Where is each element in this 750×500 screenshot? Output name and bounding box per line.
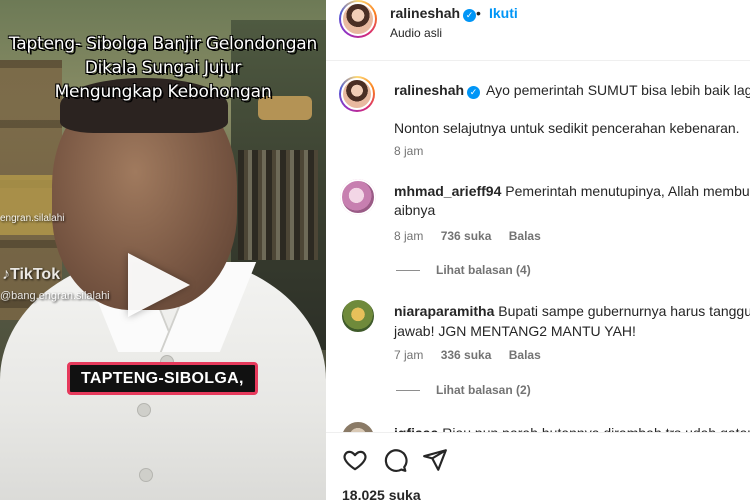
comment-line2: jawab! JGN MENTANG2 MANTU YAH! — [394, 323, 636, 339]
caption-meta: 8 jam — [394, 144, 437, 158]
comment-avatar[interactable] — [340, 179, 376, 215]
comment-meta: 7 jam 336 suka Balas — [394, 348, 555, 362]
play-icon[interactable] — [128, 253, 190, 317]
follow-button[interactable]: Ikuti — [489, 5, 518, 21]
caption-text: ralineshah ✓ Ayo pemerintah SUMUT bisa leb… — [394, 81, 750, 99]
post-panel: ralineshah ✓ • Ikuti Audio asli ralinesha… — [326, 0, 750, 500]
author-username[interactable]: ralineshah ✓ — [390, 5, 477, 22]
tiktok-username: @bang.engran.silalahi — [0, 290, 110, 302]
comment-meta: 8 jam 736 suka Balas — [394, 229, 555, 243]
replies-rule — [396, 270, 420, 272]
shelf-decoration-left — [0, 175, 58, 235]
watermark-username: engran.silalahi — [0, 213, 65, 224]
reply-button[interactable]: Balas — [509, 229, 541, 243]
caption-line1: Ayo pemerintah SUMUT bisa lebih baik lag… — [486, 82, 750, 98]
caption-avatar[interactable] — [339, 76, 375, 112]
shelf-books — [238, 150, 318, 260]
tiktok-logo: ♪TikTok — [2, 266, 61, 283]
verified-badge-icon: ✓ — [467, 86, 481, 99]
author-username-text[interactable]: ralineshah — [390, 5, 460, 21]
comment-likes[interactable]: 336 suka — [441, 348, 492, 362]
comment-text: mhmad_arieff94 Pemerintah menutupinya, A… — [394, 182, 750, 200]
overlay-title-line: Tapteng- Sibolga Banjir Gelondongan — [8, 34, 318, 54]
comment-username[interactable]: niaraparamitha — [394, 303, 494, 319]
comment-text: niaraparamitha Bupati sampe gubernurnya … — [394, 302, 750, 320]
view-replies-button[interactable]: Lihat balasan (2) — [396, 383, 531, 397]
reel-video[interactable]: Tapteng- Sibolga Banjir Gelondongan Dika… — [0, 0, 326, 500]
caption-time: 8 jam — [394, 144, 424, 158]
tiktok-logo-text: TikTok — [10, 266, 61, 283]
audio-link[interactable]: Audio asli — [390, 26, 442, 40]
comment-icon[interactable] — [382, 447, 408, 473]
comment-likes[interactable]: 736 suka — [441, 229, 492, 243]
send-icon[interactable] — [422, 447, 448, 473]
replies-rule — [396, 390, 420, 392]
comment-avatar[interactable] — [340, 298, 376, 334]
comment-line1: Bupati sampe gubernurnya harus tanggun — [498, 303, 750, 319]
overlay-title-line: Dikala Sungai Jujur — [84, 58, 242, 78]
view-replies-label[interactable]: Lihat balasan (4) — [436, 263, 531, 277]
caption-line2: Nonton selajutnya untuk sedikit pencerah… — [394, 120, 740, 136]
comment-line2: aibnya — [394, 202, 436, 218]
view-replies-label[interactable]: Lihat balasan (2) — [436, 383, 531, 397]
overlay-title-line: Mengungkap Kebohongan — [54, 82, 272, 102]
shirt-button — [137, 403, 151, 417]
shirt-button — [139, 468, 153, 482]
caption-username[interactable]: ralineshah — [394, 82, 464, 98]
video-overlay-title: Tapteng- Sibolga Banjir Gelondongan Dika… — [0, 32, 326, 104]
view-replies-button[interactable]: Lihat balasan (4) — [396, 263, 531, 277]
comment-time: 7 jam — [394, 348, 424, 362]
header-divider — [326, 60, 750, 61]
author-avatar[interactable] — [339, 0, 377, 38]
separator-dot: • — [476, 5, 481, 21]
likes-count[interactable]: 18.025 suka — [342, 487, 421, 500]
reply-button[interactable]: Balas — [509, 348, 541, 362]
comment-username[interactable]: mhmad_arieff94 — [394, 183, 501, 199]
comment-line1: Pemerintah menutupinya, Allah membuk — [505, 183, 750, 199]
heart-icon[interactable] — [342, 447, 368, 473]
comment-time: 8 jam — [394, 229, 424, 243]
video-caption-badge: TAPTENG-SIBOLGA, — [67, 362, 258, 395]
verified-badge-icon: ✓ — [463, 9, 477, 22]
